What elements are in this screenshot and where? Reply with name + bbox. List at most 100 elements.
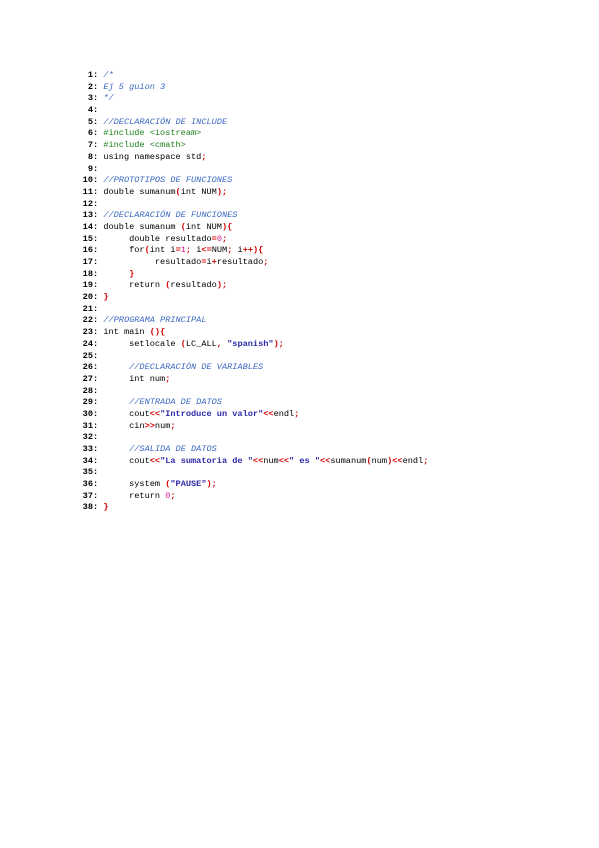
code-token: cout [103,408,150,419]
line-number-separator: : [93,257,104,267]
line-number-separator: : [93,479,104,490]
code-token: //PROTOTIPOS DE FUNCIONES [103,175,233,186]
line-number-separator: : [93,81,104,92]
code-token: using namespace std [103,151,202,162]
code-line: 35: [71,467,428,479]
code-line: 7: #include <cmath> [71,140,428,152]
code-line: 15: double resultado=0; [71,234,428,246]
line-number: 25 [82,350,93,361]
line-number: 36 [82,479,93,490]
code-token: (){ [149,327,166,338]
code-token: int NUM [185,221,222,232]
code-token: #include <cmath> [103,140,186,151]
line-number: 16 [82,245,93,256]
code-line: 11: double sumanum(int NUM); [71,187,428,199]
code-token: ; [221,233,228,244]
code-token: ); [206,479,217,490]
code-line: 16: for(int i=1; i<=NUM; i++){ [71,245,428,257]
code-token: ); [216,186,228,197]
code-token: << [252,455,264,466]
line-number: 35 [82,467,93,478]
line-number: 30 [82,408,93,419]
line-number-separator: : [93,385,104,396]
code-token: #include <iostream> [103,128,202,139]
code-token: endl [273,408,295,419]
line-number-separator: : [93,268,104,279]
code-token: LC_ALL [185,338,217,349]
code-line: 13: //DECLARACIÓN DE FUNCIONES [71,210,428,222]
code-token: for [103,245,145,256]
code-token: << [149,408,161,419]
code-line: 9: [71,164,428,176]
code-token: ; [185,245,197,256]
line-number-separator: : [93,408,104,419]
code-line: 3: */ [71,93,428,105]
code-token: << [149,455,161,466]
line-number-separator: : [93,210,104,221]
line-number-separator: : [93,198,104,209]
line-number: 5 [87,116,93,127]
line-number-separator: : [93,420,104,431]
code-token: //DECLARACIÓN DE INCLUDE [103,116,228,127]
code-token: num [154,420,171,431]
code-line: 28: [71,386,428,398]
line-number-separator: : [93,151,104,162]
line-number: 15 [82,233,93,244]
line-number-separator: : [93,303,104,314]
code-line: 32: [71,432,428,444]
line-number-separator: : [93,175,104,186]
line-number: 11 [82,186,93,197]
code-token: int NUM [180,186,217,197]
code-token: << [320,455,331,466]
line-number: 27 [82,373,93,384]
code-token: <= [201,245,212,256]
line-number: 1 [87,70,93,80]
code-line: 10: //PROTOTIPOS DE FUNCIONES [71,175,428,187]
line-number-separator: : [93,221,104,232]
line-number: 6 [87,128,93,139]
line-number: 3 [87,93,93,104]
line-number-separator: : [93,93,104,104]
code-token: int main [103,327,150,338]
code-token: ; [263,257,269,267]
line-number-separator: : [93,70,104,80]
line-number: 13 [82,210,93,221]
code-token: //SALIDA DE DATOS [103,444,217,454]
code-token: resultado [170,280,217,291]
code-line: 34: cout<<"La sumatoria de "<<num<<" es … [71,455,429,468]
line-number: 21 [82,303,93,314]
code-token: int i [149,245,176,256]
line-number: 18 [82,268,93,279]
code-token: num [371,455,388,466]
code-token: NUM [211,245,228,256]
line-number-separator: : [93,280,104,291]
line-number-separator: : [93,327,104,338]
line-number-separator: : [93,467,104,478]
code-token: >> [144,420,155,431]
code-token: << [392,455,403,466]
code-token: //DECLARACIÓN DE FUNCIONES [103,210,238,221]
line-number: 32 [82,432,93,443]
code-token: */ [103,93,114,104]
line-number-separator: : [93,105,104,116]
code-line: 22: //PROGRAMA PRINCIPAL [71,315,428,327]
code-line: 31: cin>>num; [71,421,428,433]
code-token: resultado [103,257,202,267]
code-line: 12: [71,199,428,211]
line-number-separator: : [93,502,104,513]
code-line: 5: //DECLARACIÓN DE INCLUDE [71,117,428,129]
code-token: ); [273,338,284,349]
code-line: 29: //ENTRADA DE DATOS [71,397,428,409]
code-line: 36: system ("PAUSE"); [71,479,428,491]
line-number: 23 [82,327,93,338]
code-token: "Introduce un valor" [160,408,264,419]
code-line: 30: cout<<"Introduce un valor"<<endl; [71,409,428,421]
code-token: << [278,455,290,466]
code-token: cin [103,420,145,431]
code-token: ; [227,245,238,256]
line-number-separator: : [93,338,104,349]
code-token: int num [103,373,166,384]
line-number: 22 [82,315,93,326]
line-number-separator: : [93,292,104,303]
code-token: } [103,292,109,303]
